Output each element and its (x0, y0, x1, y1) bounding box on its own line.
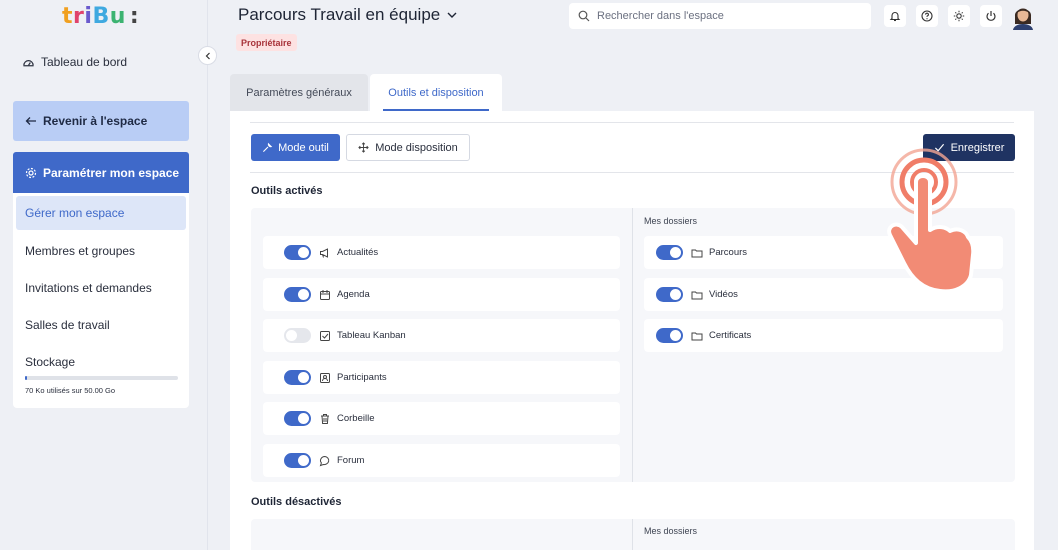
tab-tools-layout[interactable]: Outils et disposition (370, 74, 502, 111)
tool-label: Agenda (337, 289, 370, 300)
notifications-button[interactable] (884, 5, 906, 27)
theme-toggle-button[interactable] (948, 5, 970, 27)
toggle-certificats[interactable] (656, 328, 683, 343)
sidebar-item-storage[interactable]: Stockage (13, 345, 189, 379)
sun-icon (953, 10, 965, 22)
megaphone-icon (318, 246, 331, 259)
page-title[interactable]: Parcours Travail en équipe (238, 5, 458, 25)
sidebar-item-work-rooms[interactable]: Salles de travail (13, 308, 189, 342)
chevron-down-icon (447, 12, 457, 18)
tool-row-participants: Participants (263, 361, 620, 394)
chevron-left-icon (205, 52, 210, 59)
toggle-videos[interactable] (656, 287, 683, 302)
toggle-agenda[interactable] (284, 287, 311, 302)
folder-icon (690, 288, 703, 301)
chat-icon (318, 454, 331, 467)
sidebar-item-dashboard[interactable]: Tableau de bord (22, 55, 127, 69)
tool-row-corbeille: Corbeille (263, 402, 620, 435)
tool-label: Forum (337, 455, 365, 466)
wrench-icon (263, 142, 273, 153)
back-to-space-label: Revenir à l'espace (43, 114, 148, 128)
logout-button[interactable] (980, 5, 1002, 27)
folder-icon (690, 246, 703, 259)
tool-mode-label: Mode outil (278, 141, 329, 154)
disabled-tools-title: Outils désactivés (251, 496, 342, 508)
sidebar: triBu: Tableau de bord Revenir à l'espac… (0, 0, 208, 550)
search-icon (578, 10, 590, 22)
checkbox-icon (318, 329, 331, 342)
toggle-forum[interactable] (284, 453, 311, 468)
folder-icon (690, 329, 703, 342)
tap-pointer-icon (887, 148, 976, 294)
role-badge: Propriétaire (236, 34, 297, 51)
layout-mode-button[interactable]: Mode disposition (346, 134, 470, 161)
disabled-tools-grid: Mes dossiers (251, 519, 1015, 550)
back-to-space-button[interactable]: Revenir à l'espace (13, 101, 189, 141)
toggle-actualites[interactable] (284, 245, 311, 260)
sidebar-item-members-groups[interactable]: Membres et groupes (13, 234, 189, 268)
bell-icon (889, 12, 901, 22)
divider (250, 122, 1014, 123)
tool-row-forum: Forum (263, 444, 620, 477)
collapse-sidebar-button[interactable] (198, 46, 217, 65)
tab-tools-layout-label: Outils et disposition (388, 86, 484, 99)
tool-label: Participants (337, 372, 387, 383)
configure-space-label: Paramétrer mon espace (43, 165, 180, 180)
tribu-logo[interactable]: triBu: (62, 3, 139, 29)
contacts-icon (318, 371, 331, 384)
my-folders-title: Mes dossiers (644, 216, 698, 226)
layout-mode-label: Mode disposition (375, 141, 458, 154)
toggle-corbeille[interactable] (284, 411, 311, 426)
folder-label: Certificats (709, 330, 752, 341)
config-submenu: Gérer mon espace Membres et groupes Invi… (13, 193, 189, 408)
configure-space-button[interactable]: Paramétrer mon espace (13, 152, 189, 193)
folder-label: Parcours (709, 247, 748, 258)
search-placeholder: Rechercher dans l'espace (597, 10, 724, 22)
tab-general-settings[interactable]: Paramètres généraux (230, 74, 368, 111)
sidebar-item-manage-space[interactable]: Gérer mon espace (16, 196, 186, 230)
storage-usage-text: 70 Ko utilisés sur 50.00 Go (25, 386, 116, 395)
column-divider (632, 208, 633, 482)
user-avatar[interactable] (1011, 2, 1035, 30)
tool-label: Corbeille (337, 413, 375, 424)
storage-progress-fill (25, 376, 27, 380)
calendar-icon (318, 288, 331, 301)
my-folders-title-disabled: Mes dossiers (644, 526, 698, 536)
folder-row-certificats: Certificats (644, 319, 1003, 352)
tool-row-kanban: Tableau Kanban (263, 319, 620, 352)
tool-row-actualites: Actualités (263, 236, 620, 269)
tool-label: Tableau Kanban (337, 330, 406, 341)
arrow-left-icon (25, 117, 36, 125)
gear-icon (25, 167, 37, 178)
storage-progress-bar (25, 376, 178, 380)
power-icon (986, 11, 996, 21)
toggle-parcours[interactable] (656, 245, 683, 260)
trash-icon (318, 412, 331, 425)
move-icon (358, 142, 369, 153)
help-button[interactable] (916, 5, 938, 27)
folder-label: Vidéos (709, 289, 738, 300)
search-input[interactable]: Rechercher dans l'espace (569, 3, 871, 29)
space-title: Parcours Travail en équipe (238, 5, 441, 24)
help-icon (921, 10, 933, 22)
tool-mode-button[interactable]: Mode outil (251, 134, 340, 161)
dashboard-icon (23, 59, 34, 66)
dashboard-label: Tableau de bord (41, 55, 128, 69)
tool-label: Actualités (337, 247, 379, 258)
column-divider (632, 519, 633, 550)
tool-row-agenda: Agenda (263, 278, 620, 311)
toggle-kanban[interactable] (284, 328, 311, 343)
sidebar-item-invitations[interactable]: Invitations et demandes (13, 271, 189, 305)
enabled-tools-title: Outils activés (251, 185, 323, 197)
toggle-participants[interactable] (284, 370, 311, 385)
